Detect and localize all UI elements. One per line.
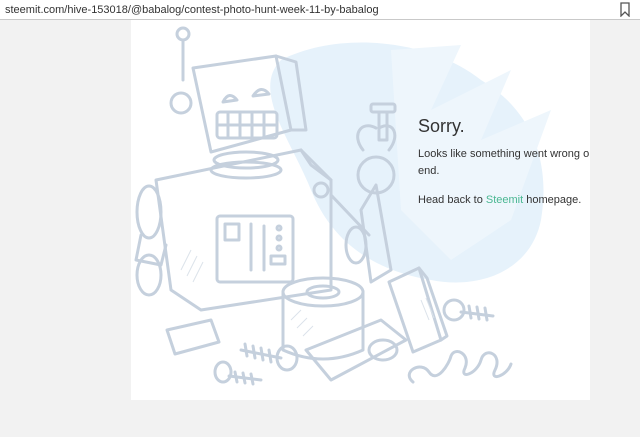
error-title: Sorry. [418,116,465,136]
bookmark-icon[interactable] [618,2,632,17]
back-prefix: Head back to [418,194,486,206]
steemit-home-link[interactable]: Steemit [486,194,523,206]
error-page: Sorry. Looks like something went wrong o… [131,20,590,400]
back-suffix: homepage. [523,194,582,206]
back-home-text: Head back to Steemit homepage. [418,192,590,209]
error-description: Looks like something went wrong on our e… [418,148,590,177]
error-message: Sorry. Looks like something went wrong o… [418,115,590,221]
url-text[interactable]: steemit.com/hive-153018/@babalog/contest… [5,3,379,17]
address-bar[interactable]: steemit.com/hive-153018/@babalog/contest… [0,0,640,20]
